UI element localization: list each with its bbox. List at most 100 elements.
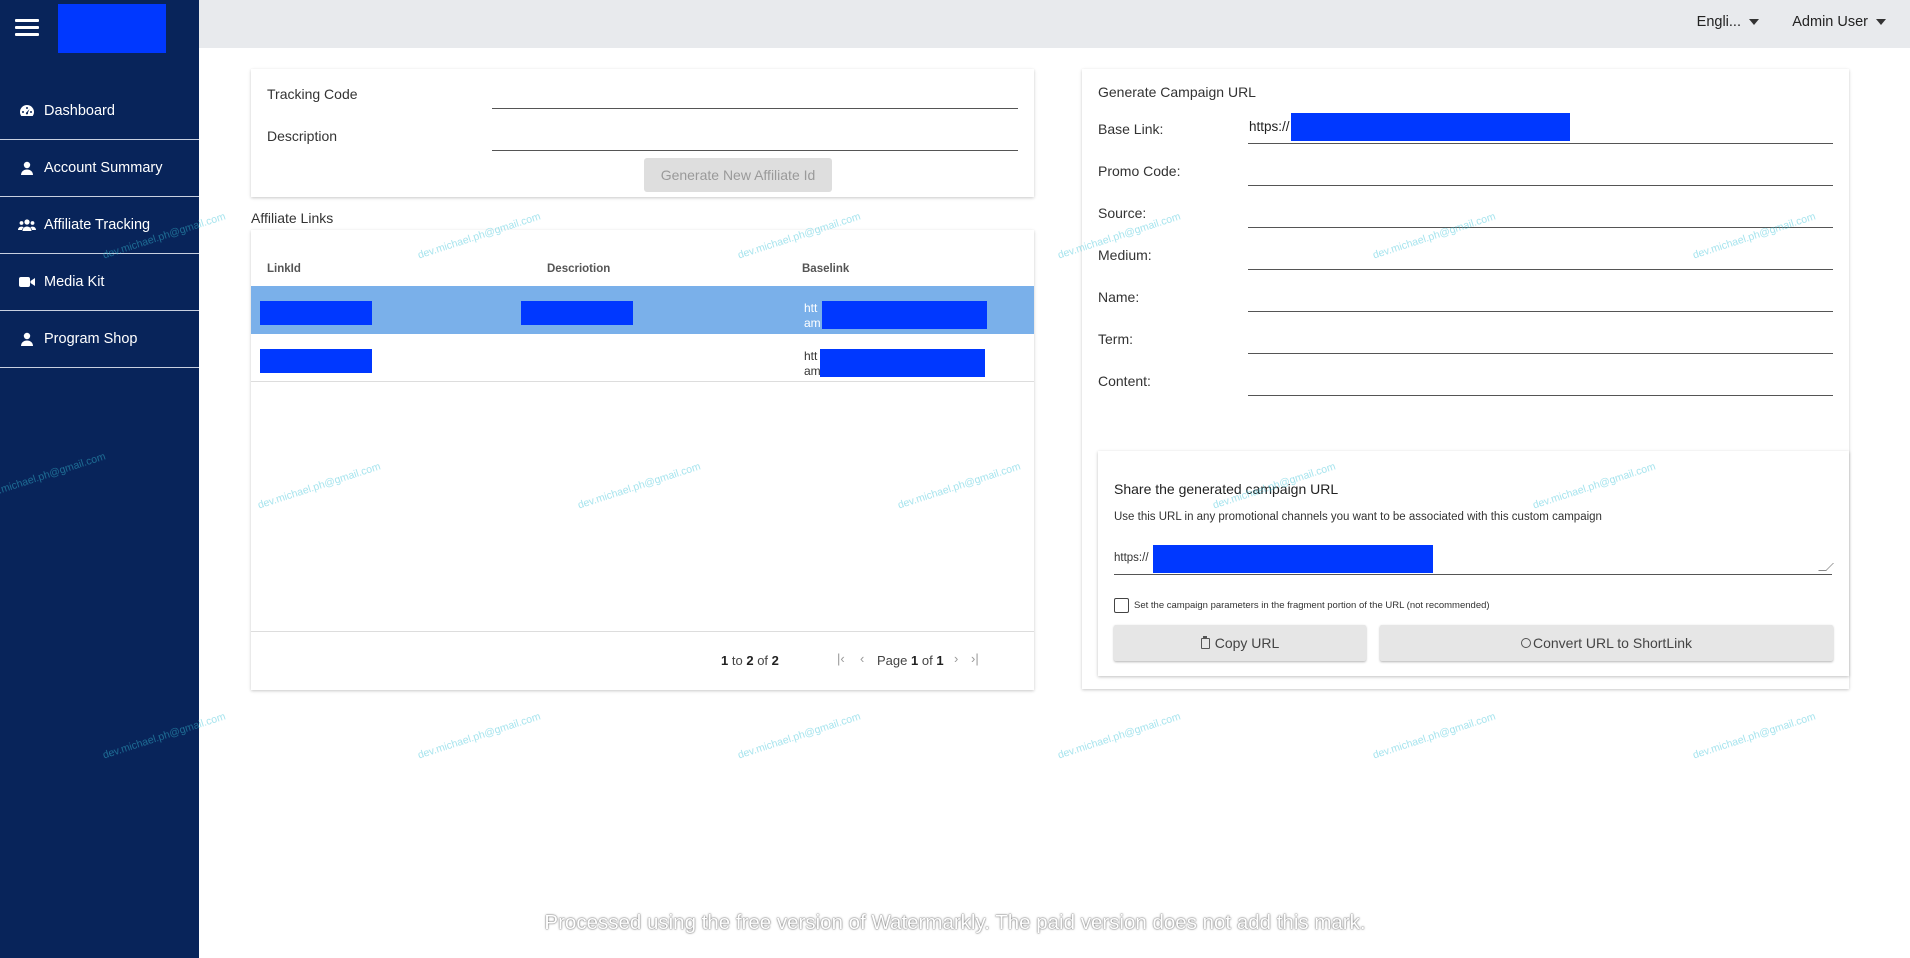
dashboard-icon xyxy=(18,103,36,119)
sidebar-item-account-summary[interactable]: Account Summary xyxy=(0,140,199,197)
table-row[interactable]: htt am xyxy=(251,286,1034,334)
column-header-baselink[interactable]: Baselink xyxy=(802,263,849,275)
name-row: Name: xyxy=(1098,282,1833,312)
watermark-banner: Processed using the free version of Wate… xyxy=(544,911,1366,934)
user-icon xyxy=(18,160,36,176)
row-to: 2 xyxy=(746,653,754,668)
tracking-code-row: Tracking Code xyxy=(267,79,1018,109)
email-watermark: dev.michael.ph@gmail.com xyxy=(1371,710,1498,762)
chevron-down-icon xyxy=(1749,19,1759,26)
term-input[interactable] xyxy=(1248,322,1833,354)
column-header-description[interactable]: Descriotion xyxy=(547,263,610,275)
clipboard-icon xyxy=(1200,635,1210,649)
content-label: Content: xyxy=(1098,373,1151,389)
redacted-baselink xyxy=(820,349,985,377)
user-name: Admin User xyxy=(1792,14,1868,30)
baselink-text-line1: htt xyxy=(804,349,818,363)
row-of-word: of xyxy=(757,653,769,668)
generated-url-prefix: https:// xyxy=(1114,552,1149,564)
base-link-input[interactable]: https:// xyxy=(1248,112,1833,144)
promo-code-label: Promo Code: xyxy=(1098,163,1181,179)
table-footer-divider xyxy=(251,631,1034,632)
logo[interactable] xyxy=(58,4,166,53)
copy-url-label: Copy URL xyxy=(1214,635,1280,651)
promo-code-input[interactable] xyxy=(1248,154,1833,186)
description-input[interactable] xyxy=(492,121,1018,151)
sidebar-item-dashboard[interactable]: Dashboard xyxy=(0,83,199,140)
row-total: 2 xyxy=(771,653,779,668)
video-camera-icon xyxy=(18,274,36,290)
sidebar-item-program-shop[interactable]: Program Shop xyxy=(0,311,199,368)
convert-url-label: Convert URL to ShortLink xyxy=(1533,635,1692,651)
affiliate-links-title: Affiliate Links xyxy=(251,210,334,226)
generate-affiliate-id-button[interactable]: Generate New Affiliate Id xyxy=(644,158,832,192)
top-bar: Engli... Admin User xyxy=(199,0,1910,48)
tracking-code-input[interactable] xyxy=(492,79,1018,109)
tracking-code-label: Tracking Code xyxy=(267,86,358,102)
base-link-label: Base Link: xyxy=(1098,121,1164,137)
page-number: 1 xyxy=(911,653,919,668)
sidebar-item-label: Affiliate Tracking xyxy=(44,217,151,233)
row-count-summary: 1 to 2 of 2 xyxy=(721,653,779,668)
page-of-word: of xyxy=(921,653,933,668)
fragment-checkbox-label: Set the campaign parameters in the fragm… xyxy=(1134,600,1490,611)
email-watermark: dev.michael.ph@gmail.com xyxy=(416,710,543,762)
base-link-prefix: https:// xyxy=(1249,119,1290,134)
description-row: Description xyxy=(267,121,1018,151)
language-label: Engli... xyxy=(1696,14,1741,30)
baselink-cell: htt am xyxy=(804,349,821,379)
description-label: Description xyxy=(267,128,338,144)
fragment-parameters-checkbox[interactable] xyxy=(1114,598,1129,613)
last-page-icon[interactable]: ›| xyxy=(971,651,979,666)
sidebar-item-media-kit[interactable]: Media Kit xyxy=(0,254,199,311)
redacted-baselink xyxy=(822,301,987,329)
page-word: Page xyxy=(877,653,908,668)
language-selector[interactable]: Engli... xyxy=(1697,14,1759,30)
sidebar-item-label: Account Summary xyxy=(44,160,163,176)
baselink-text-line1: htt xyxy=(804,301,818,315)
baselink-cell: htt am xyxy=(804,301,821,331)
page-indicator: Page 1 of 1 xyxy=(877,653,944,668)
next-page-icon[interactable]: › xyxy=(954,651,958,666)
affiliate-id-form: Tracking Code Description Generate New A… xyxy=(251,69,1034,197)
page-total: 1 xyxy=(936,653,944,668)
sidebar-item-label: Dashboard xyxy=(44,103,115,119)
previous-page-icon[interactable]: ‹ xyxy=(860,651,864,666)
user-icon xyxy=(18,331,36,347)
table-row[interactable]: htt am xyxy=(251,334,1034,382)
source-input[interactable] xyxy=(1248,196,1833,228)
share-description: Use this URL in any promotional channels… xyxy=(1114,511,1602,523)
hamburger-menu-icon[interactable] xyxy=(15,19,39,37)
user-menu[interactable]: Admin User xyxy=(1792,14,1886,30)
content-row: Content: xyxy=(1098,366,1833,396)
link-icon xyxy=(1521,638,1531,648)
baselink-text-line2: am xyxy=(804,364,821,378)
baselink-text-line2: am xyxy=(804,316,821,330)
promo-code-row: Promo Code: xyxy=(1098,156,1833,186)
content-input[interactable] xyxy=(1248,364,1833,396)
name-input[interactable] xyxy=(1248,280,1833,312)
chevron-down-icon xyxy=(1876,19,1886,26)
share-campaign-url-card: Share the generated campaign URL Use thi… xyxy=(1098,451,1849,676)
campaign-title: Generate Campaign URL xyxy=(1098,84,1256,100)
sidebar-item-label: Program Shop xyxy=(44,331,138,347)
redacted-linkid xyxy=(260,301,372,325)
affiliate-links-table: LinkId Descriotion Baselink htt am htt a… xyxy=(251,230,1034,690)
row-to-word: to xyxy=(731,653,743,668)
medium-label: Medium: xyxy=(1098,247,1152,263)
first-page-icon[interactable]: |‹ xyxy=(837,651,845,666)
sidebar-item-affiliate-tracking[interactable]: Affiliate Tracking xyxy=(0,197,199,254)
convert-to-shortlink-button[interactable]: Convert URL to ShortLink xyxy=(1380,625,1833,661)
copy-url-button[interactable]: Copy URL xyxy=(1114,625,1366,661)
redacted-description xyxy=(521,301,633,325)
column-header-linkid[interactable]: LinkId xyxy=(267,263,301,275)
redacted-base-link xyxy=(1291,113,1570,141)
users-icon xyxy=(18,217,36,233)
sidebar-item-label: Media Kit xyxy=(44,274,105,290)
generated-url-textarea[interactable]: https:// xyxy=(1114,543,1834,575)
term-label: Term: xyxy=(1098,331,1133,347)
sidebar-nav: Dashboard Account Summary Affiliate Trac… xyxy=(0,83,199,368)
email-watermark: dev.michael.ph@gmail.com xyxy=(736,710,863,762)
resize-handle-icon[interactable] xyxy=(1818,563,1834,571)
redacted-generated-url xyxy=(1153,545,1433,573)
